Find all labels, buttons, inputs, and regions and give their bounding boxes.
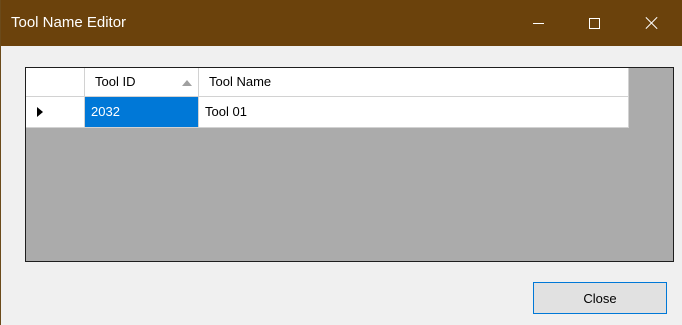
minimize-icon [532,22,544,24]
title-bar[interactable]: Tool Name Editor [1,0,682,46]
sort-ascending-icon [182,80,192,86]
current-row-arrow-icon [37,107,43,117]
column-header-tool-name[interactable]: Tool Name [199,68,629,96]
close-button-label: Close [583,290,617,306]
minimize-button[interactable] [515,0,561,46]
window-title: Tool Name Editor [11,14,127,31]
close-window-button[interactable] [629,0,675,46]
tool-data-grid[interactable]: Tool ID Tool Name 2032 Tool 01 [25,67,674,262]
grid-header-row: Tool ID Tool Name [26,68,629,97]
column-header-tool-id[interactable]: Tool ID [85,68,199,96]
close-button[interactable]: Close [533,282,667,314]
maximize-icon [588,17,600,29]
tool-name-editor-window: Tool Name Editor Tool ID Tool Name 2032 … [0,0,682,325]
column-header-label: Tool Name [209,74,272,89]
cell-tool-name[interactable]: Tool 01 [199,97,629,127]
cell-tool-id[interactable]: 2032 [85,97,199,127]
column-header-label: Tool ID [95,74,136,89]
close-icon [645,16,659,30]
row-header[interactable] [26,97,85,127]
row-header-corner[interactable] [26,68,85,96]
table-row[interactable]: 2032 Tool 01 [26,97,629,128]
maximize-button[interactable] [571,0,617,46]
